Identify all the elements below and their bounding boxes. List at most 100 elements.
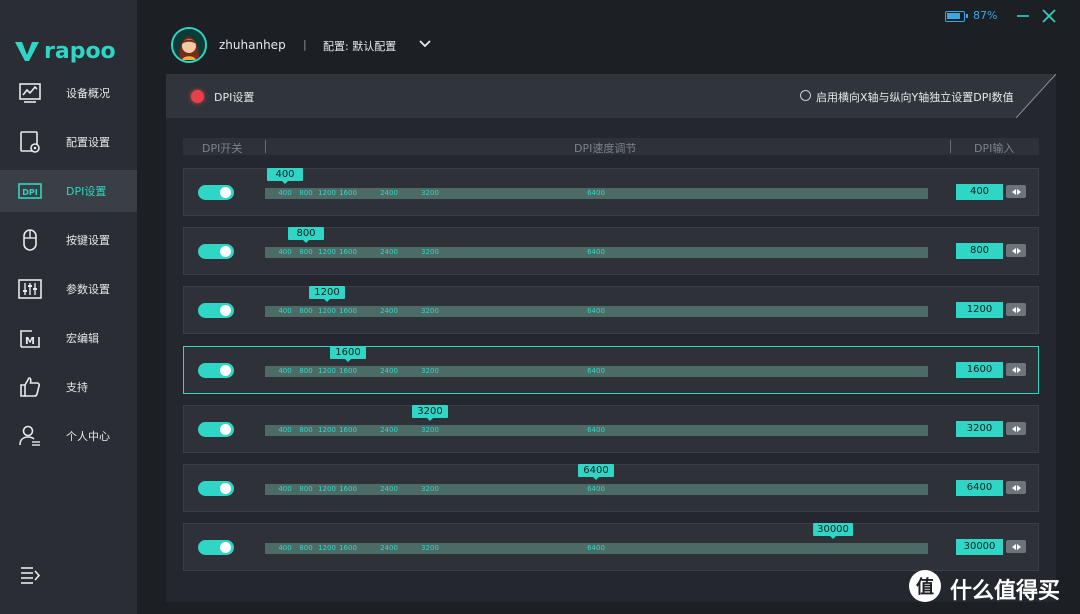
decrement-arrow-icon[interactable] — [1011, 306, 1016, 313]
dpi-toggle[interactable] — [198, 363, 234, 378]
scale-tick: 1200 — [318, 426, 336, 434]
dpi-row[interactable]: 400 800 1200 1600 2400 3200 6400 800 800 — [183, 227, 1039, 275]
sidebar-item-dpi-settings[interactable]: DPI DPI设置 — [0, 170, 137, 212]
sidebar-item-label: 支持 — [66, 381, 88, 394]
dpi-stepper[interactable] — [1006, 363, 1026, 376]
sidebar-item-label: 参数设置 — [66, 283, 110, 296]
decrement-arrow-icon[interactable] — [1011, 425, 1016, 432]
dpi-row[interactable]: 400 800 1200 1600 2400 3200 6400 1600 1600 — [183, 346, 1039, 394]
macro-icon: M — [20, 330, 40, 348]
dpi-input-field[interactable]: 30000 — [956, 539, 1003, 555]
svg-text:M: M — [25, 336, 35, 347]
scale-tick: 2400 — [380, 248, 398, 256]
dpi-stepper[interactable] — [1006, 303, 1026, 316]
dpi-toggle[interactable] — [198, 481, 234, 496]
dpi-input-field[interactable]: 3200 — [956, 421, 1003, 437]
dpi-row[interactable]: 400 800 1200 1600 2400 3200 6400 6400 6400 — [183, 464, 1039, 512]
decrement-arrow-icon[interactable] — [1011, 247, 1016, 254]
dpi-slider-track[interactable]: 400 800 1200 1600 2400 3200 6400 — [265, 247, 928, 258]
dpi-row[interactable]: 400 800 1200 1600 2400 3200 6400 3200 3200 — [183, 405, 1039, 453]
toggle-knob — [220, 483, 231, 494]
increment-arrow-icon[interactable] — [1016, 484, 1021, 491]
dpi-toggle[interactable] — [198, 422, 234, 437]
zhi-logo-icon: 值 — [909, 570, 941, 602]
scale-tick: 6400 — [587, 189, 605, 197]
scale-tick: 2400 — [380, 485, 398, 493]
close-button[interactable] — [1041, 8, 1057, 24]
scale-tick: 2400 — [380, 544, 398, 552]
increment-arrow-icon[interactable] — [1016, 247, 1021, 254]
scale-tick: 400 — [278, 485, 292, 493]
dpi-toggle[interactable] — [198, 244, 234, 259]
watermark-text: 什么值得买 — [950, 579, 1061, 604]
dpi-slider-track[interactable]: 400 800 1200 1600 2400 3200 6400 — [265, 366, 928, 377]
dpi-input-field[interactable]: 1600 — [956, 362, 1003, 378]
dpi-input-field[interactable]: 800 — [956, 243, 1003, 259]
xy-independent-label[interactable]: 启用横向X轴与纵向Y轴独立设置DPI数值 — [816, 89, 1014, 105]
dpi-stepper[interactable] — [1006, 185, 1026, 198]
dpi-input-field[interactable]: 6400 — [956, 480, 1003, 496]
sidebar-item-personal-center[interactable]: 个人中心 — [0, 415, 137, 457]
sidebar-item-button-settings[interactable]: 按键设置 — [0, 219, 137, 261]
avatar[interactable] — [171, 27, 207, 63]
dpi-slider-handle[interactable]: 6400 — [578, 464, 614, 480]
chevron-down-icon[interactable] — [419, 39, 431, 49]
scale-tick: 3200 — [421, 367, 439, 375]
increment-arrow-icon[interactable] — [1016, 543, 1021, 550]
avatar-icon — [173, 29, 205, 61]
sidebar-item-support[interactable]: 支持 — [0, 366, 137, 408]
scale-tick: 1600 — [339, 189, 357, 197]
scale-tick: 1200 — [318, 248, 336, 256]
dpi-row[interactable]: 400 800 1200 1600 2400 3200 6400 400 400 — [183, 168, 1039, 216]
dpi-toggle[interactable] — [198, 185, 234, 200]
dpi-slider-handle[interactable]: 3200 — [412, 405, 448, 421]
dpi-slider-handle[interactable]: 400 — [267, 168, 303, 184]
sidebar-item-config-settings[interactable]: 配置设置 — [0, 121, 137, 163]
increment-arrow-icon[interactable] — [1016, 306, 1021, 313]
header-corner-decoration — [1016, 74, 1056, 118]
dpi-stepper[interactable] — [1006, 540, 1026, 553]
sidebar-item-parameter-settings[interactable]: 参数设置 — [0, 268, 137, 310]
decrement-arrow-icon[interactable] — [1011, 484, 1016, 491]
dpi-slider-track[interactable]: 400 800 1200 1600 2400 3200 6400 — [265, 188, 928, 199]
dpi-toggle[interactable] — [198, 540, 234, 555]
increment-arrow-icon[interactable] — [1016, 425, 1021, 432]
minimize-button[interactable] — [1016, 8, 1030, 24]
sidebar-item-label: 设备概况 — [66, 87, 110, 100]
decrement-arrow-icon[interactable] — [1011, 543, 1016, 550]
dpi-stepper[interactable] — [1006, 244, 1026, 257]
thumbs-up-icon — [20, 377, 40, 397]
dpi-input-field[interactable]: 400 — [956, 184, 1003, 200]
dpi-row[interactable]: 400 800 1200 1600 2400 3200 6400 1200 1200 — [183, 286, 1039, 334]
dpi-slider-track[interactable]: 400 800 1200 1600 2400 3200 6400 — [265, 306, 928, 317]
xy-independent-radio[interactable] — [800, 90, 811, 101]
config-selector-label[interactable]: 配置: 默认配置 — [323, 38, 396, 54]
scale-tick: 800 — [299, 189, 313, 197]
dpi-slider-handle[interactable]: 1200 — [309, 286, 345, 302]
dpi-slider-handle[interactable]: 800 — [288, 227, 324, 243]
dpi-slider-handle[interactable]: 30000 — [813, 523, 853, 539]
decrement-arrow-icon[interactable] — [1011, 366, 1016, 373]
sidebar-item-device-overview[interactable]: 设备概况 — [0, 72, 137, 114]
dpi-toggle[interactable] — [198, 303, 234, 318]
increment-arrow-icon[interactable] — [1016, 188, 1021, 195]
dpi-slider-handle[interactable]: 1600 — [330, 346, 366, 362]
decrement-arrow-icon[interactable] — [1011, 188, 1016, 195]
scale-tick: 1200 — [318, 189, 336, 197]
menu-collapse-icon[interactable] — [20, 566, 40, 584]
dpi-stepper[interactable] — [1006, 481, 1026, 494]
dpi-row[interactable]: 400 800 1200 1600 2400 3200 6400 30000 30000 — [183, 523, 1039, 571]
dpi-slider-track[interactable]: 400 800 1200 1600 2400 3200 6400 — [265, 543, 928, 554]
toggle-knob — [220, 542, 231, 553]
dpi-stepper[interactable] — [1006, 422, 1026, 435]
dpi-slider-track[interactable]: 400 800 1200 1600 2400 3200 6400 — [265, 484, 928, 495]
sidebar-item-macro-editor[interactable]: M 宏编辑 — [0, 317, 137, 359]
sidebar-item-label: DPI设置 — [66, 185, 107, 198]
svg-text:DPI: DPI — [22, 188, 38, 197]
dpi-slider-track[interactable]: 400 800 1200 1600 2400 3200 6400 — [265, 425, 928, 436]
dpi-input-field[interactable]: 1200 — [956, 302, 1003, 318]
increment-arrow-icon[interactable] — [1016, 366, 1021, 373]
scale-tick: 1200 — [318, 367, 336, 375]
scale-tick: 1200 — [318, 544, 336, 552]
scale-tick: 800 — [299, 367, 313, 375]
